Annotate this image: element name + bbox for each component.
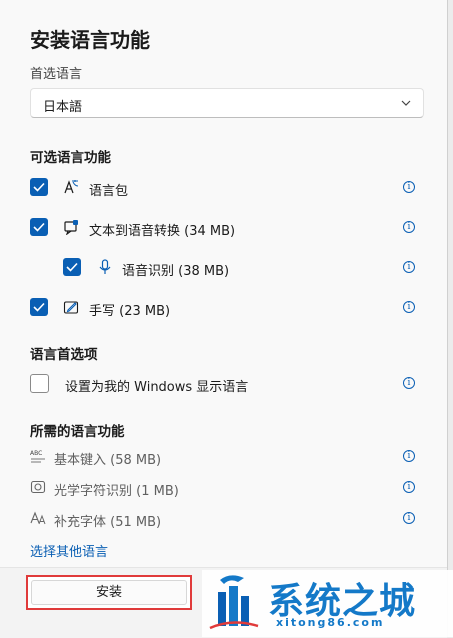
install-button[interactable]: 安装: [31, 580, 187, 605]
required-row-supplemental-fonts: 补充字体 (51 MB) i: [0, 506, 447, 532]
feature-row-handwriting: 手写 (23 MB) i: [0, 295, 447, 321]
basic-typing-icon: ABC: [30, 450, 45, 463]
language-pack-checkbox[interactable]: [30, 178, 48, 196]
info-icon[interactable]: i: [403, 450, 415, 462]
info-icon[interactable]: i: [403, 377, 415, 389]
ocr-icon: [30, 480, 46, 494]
required-features-heading: 所需的语言功能: [30, 424, 125, 440]
language-pack-label: 语言包: [89, 184, 129, 199]
info-icon[interactable]: i: [403, 481, 415, 493]
feature-row-speech-recognition: 语音识别 (38 MB) i: [0, 255, 447, 281]
microphone-icon: [99, 259, 111, 274]
speech-recognition-label: 语音识别 (38 MB): [122, 264, 230, 279]
ocr-label: 光学字符识别 (1 MB): [54, 484, 179, 499]
svg-text:ABC: ABC: [30, 450, 42, 457]
install-language-features-dialog: 安装语言功能 首选语言 日本語 可选语言功能 语言包 i 文本到语音转换 (34…: [0, 0, 448, 638]
feature-row-language-pack: 语言包 i: [0, 175, 447, 201]
dialog-title: 安装语言功能: [30, 28, 150, 52]
display-language-checkbox[interactable]: [30, 374, 49, 393]
preferred-language-value: 日本語: [43, 100, 83, 115]
preferred-language-label: 首选语言: [30, 67, 83, 82]
choose-other-language-link[interactable]: 选择其他语言: [30, 541, 108, 560]
info-icon[interactable]: i: [403, 181, 415, 193]
checkmark-icon: [33, 222, 45, 232]
chevron-down-icon: [401, 100, 411, 106]
info-icon[interactable]: i: [403, 221, 415, 233]
info-icon[interactable]: i: [403, 261, 415, 273]
required-row-ocr: 光学字符识别 (1 MB) i: [0, 475, 447, 501]
text-to-speech-label: 文本到语音转换 (34 MB): [89, 224, 236, 239]
handwriting-label: 手写 (23 MB): [89, 304, 171, 319]
language-preferences-heading: 语言首选项: [30, 347, 98, 363]
basic-typing-label: 基本键入 (58 MB): [54, 453, 162, 468]
required-row-basic-typing: ABC 基本键入 (58 MB) i: [0, 444, 447, 470]
display-language-row: 设置为我的 Windows 显示语言 i: [0, 371, 447, 397]
language-pack-icon: [64, 180, 79, 194]
install-button-highlight[interactable]: 安装: [26, 575, 192, 610]
fonts-icon: [30, 511, 46, 525]
handwriting-icon: [63, 301, 79, 314]
text-to-speech-icon: [64, 220, 78, 235]
handwriting-checkbox[interactable]: [30, 298, 48, 316]
info-icon[interactable]: i: [403, 301, 415, 313]
checkmark-icon: [33, 302, 45, 312]
checkmark-icon: [33, 182, 45, 192]
supplemental-fonts-label: 补充字体 (51 MB): [54, 515, 162, 530]
optional-features-heading: 可选语言功能: [30, 150, 111, 166]
speech-recognition-checkbox[interactable]: [63, 258, 81, 276]
text-to-speech-checkbox[interactable]: [30, 218, 48, 236]
preferred-language-dropdown[interactable]: 日本語: [30, 88, 424, 118]
display-language-label: 设置为我的 Windows 显示语言: [65, 380, 249, 395]
info-icon[interactable]: i: [403, 512, 415, 524]
feature-row-text-to-speech: 文本到语音转换 (34 MB) i: [0, 215, 447, 241]
checkmark-icon: [66, 262, 78, 272]
watermark-url: xitong86.com: [276, 616, 385, 629]
